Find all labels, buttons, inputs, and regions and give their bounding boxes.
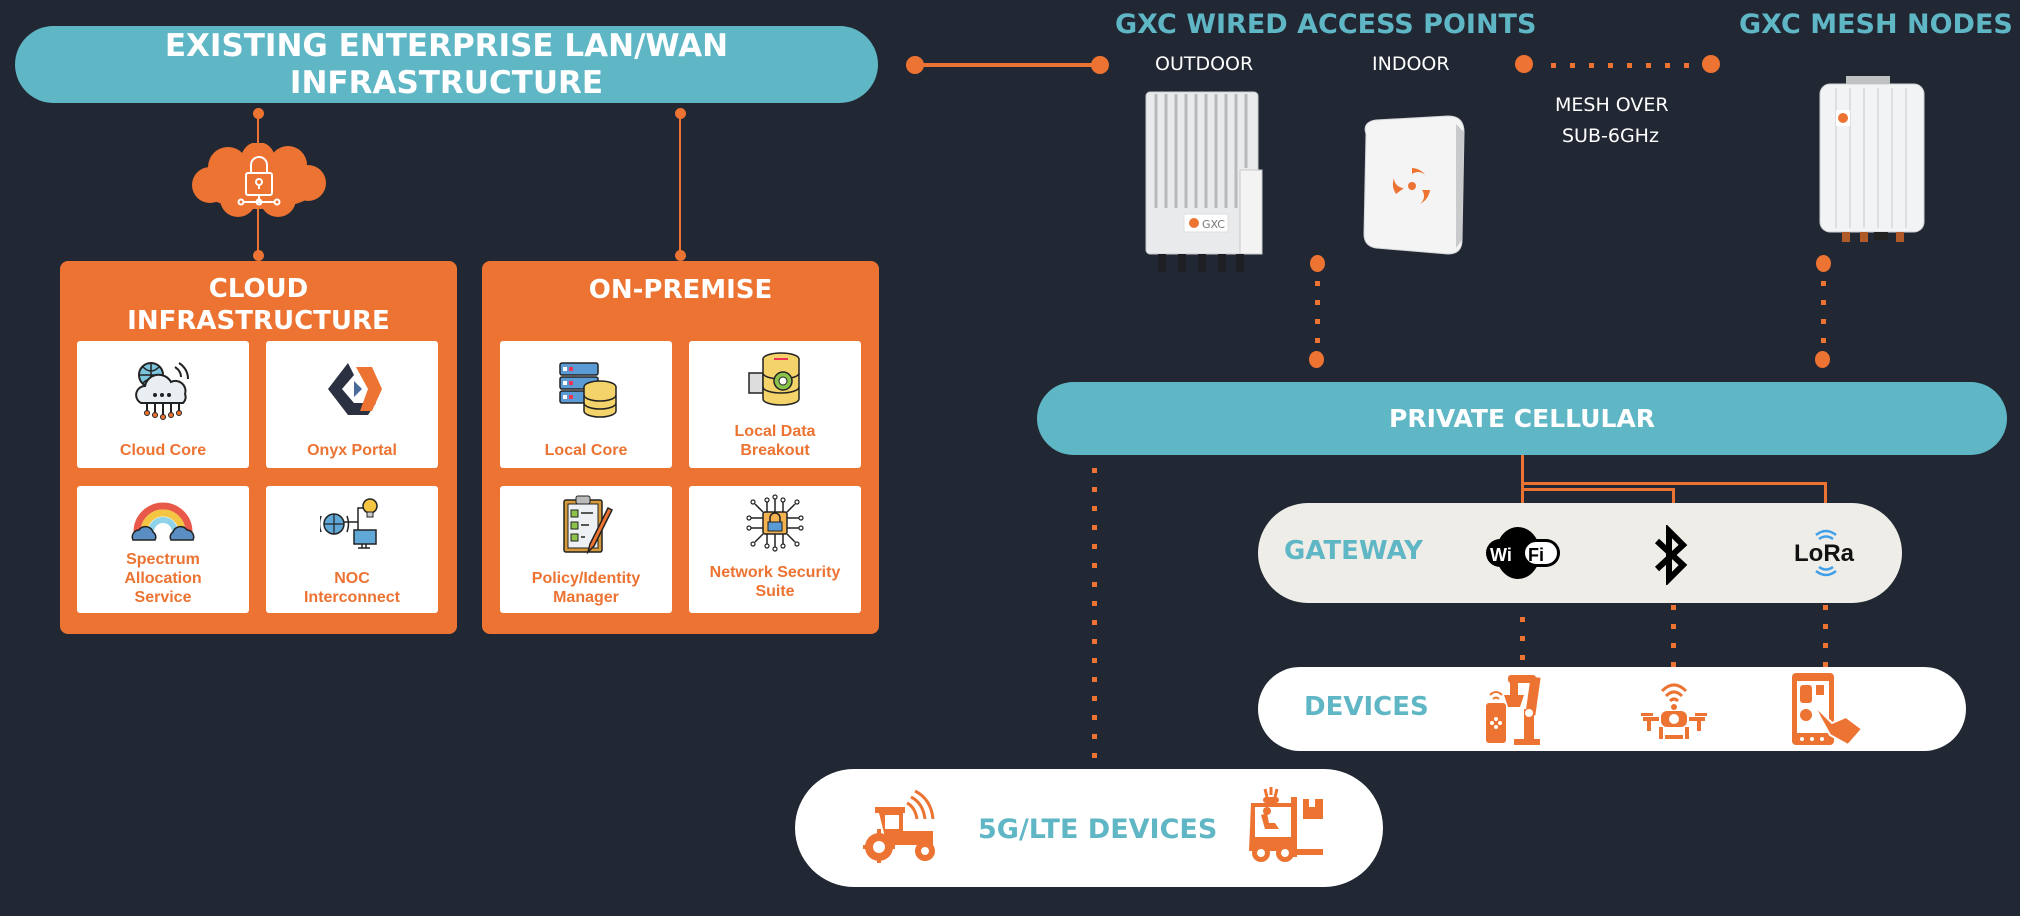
tile-label: Policy/Identity Manager [531,570,641,606]
connector-dot [1515,55,1533,73]
tablet-touch-icon [1790,671,1864,747]
gateway-label: GATEWAY [1284,536,1423,566]
chip-lock-icon [743,494,807,552]
connector-dot [675,250,686,261]
tractor-icon [861,789,937,863]
tile-label: NOC Interconnect [303,570,400,606]
mesh-nodes-heading: GXC MESH NODES [1739,9,2013,40]
indoor-label: INDOOR [1372,53,1450,75]
tile-label: Network Security Suite [709,564,841,600]
connector-line [679,113,681,255]
connector-dot [1702,55,1720,73]
svg-text:Fi: Fi [1528,545,1544,565]
tile-label: Local Data Breakout [734,423,816,459]
tile-label: Spectrum Allocation Service [124,551,202,606]
bluetooth-icon [1651,525,1689,585]
lte-devices-bar: 5G/LTE DEVICES [795,769,1383,887]
tile-local-data-breakout[interactable]: Local Data Breakout [689,341,861,468]
wifi-icon: Wi Fi [1486,525,1560,581]
tile-cloud-core[interactable]: Cloud Core [77,341,249,468]
connector-line [1521,482,1827,485]
mesh-node-device [1816,74,1932,244]
outdoor-access-point-device: GXC [1140,88,1268,274]
dotted-connector [1520,617,1525,667]
lora-icon: LoRa [1788,525,1862,581]
devices-label: DEVICES [1304,692,1429,722]
tile-local-core[interactable]: Local Core [500,341,672,468]
cloud-panel-title: CLOUD INFRASTRUCTURE [60,273,457,337]
mesh-link-label-line1: MESH OVER [1555,94,1669,116]
drone-icon [1639,677,1709,743]
tile-policy-identity-manager[interactable]: Policy/Identity Manager [500,486,672,613]
connector-line [1824,482,1827,503]
tile-label: Onyx Portal [307,442,397,459]
robot-arm-phone-icon [1484,673,1556,747]
connector-dot [1815,351,1830,368]
outdoor-label: OUTDOOR [1155,53,1254,75]
connector-line [1672,488,1675,503]
svg-text:Wi: Wi [1490,545,1512,565]
dotted-connector [1823,605,1828,667]
mesh-dotted-line [1551,63,1701,68]
on-premise-title: ON-PREMISE [588,275,773,305]
outdoor-brand: GXC [1202,218,1225,231]
private-cellular-bar: PRIVATE CELLULAR [1037,382,2007,455]
connector-line [915,63,1100,67]
rainbow-icon [131,496,195,546]
cloud-title-line1: CLOUD [208,274,309,304]
database-gear-icon [743,351,807,409]
connector-dot [253,250,264,261]
wired-access-points-heading: GXC WIRED ACCESS POINTS [1115,9,1537,40]
clipboard-checklist-icon [554,494,618,556]
connector-line [1521,455,1524,503]
lte-devices-label: 5G/LTE DEVICES [978,814,1218,845]
cloud-title-line2: INFRASTRUCTURE [127,306,390,336]
indoor-access-point-device [1356,114,1468,256]
connector-dot [1309,351,1324,368]
connector-dot [1816,255,1831,272]
server-database-icon [554,357,618,421]
devices-bar: DEVICES [1258,667,1966,751]
svg-text:LoRa: LoRa [1794,540,1855,567]
globe-monitor-icon [320,496,384,552]
cloud-infrastructure-panel: CLOUD INFRASTRUCTURE Cloud Core Onyx Por… [60,261,457,634]
tile-label: Cloud Core [119,442,207,459]
dotted-connector [1821,281,1826,351]
cloud-network-icon [131,357,195,421]
private-cellular-label: PRIVATE CELLULAR [1389,404,1655,433]
tile-network-security-suite[interactable]: Network Security Suite [689,486,861,613]
connector-dot [1091,56,1109,74]
forklift-icon [1247,787,1327,863]
enterprise-bar-line2: INFRASTRUCTURE [289,64,604,101]
cloud-lock-network-icon [188,143,330,219]
tile-label: Local Core [544,442,628,459]
dotted-connector [1671,605,1676,667]
onyx-logo-icon [320,357,384,421]
tile-spectrum-allocation-service[interactable]: Spectrum Allocation Service [77,486,249,613]
connector-line [1521,488,1675,491]
gateway-bar: GATEWAY Wi Fi LoRa [1258,503,1902,603]
on-premise-panel: ON-PREMISE Local Core Local Data Breakou… [482,261,879,634]
connector-dot [1310,255,1325,272]
tile-onyx-portal[interactable]: Onyx Portal [266,341,438,468]
dotted-connector [1092,468,1097,760]
mesh-link-label-line2: SUB-6GHz [1562,125,1659,147]
enterprise-lan-wan-bar: EXISTING ENTERPRISE LAN/WAN INFRASTRUCTU… [15,26,878,103]
tile-noc-interconnect[interactable]: NOC Interconnect [266,486,438,613]
dotted-connector [1315,281,1320,351]
enterprise-bar-line1: EXISTING ENTERPRISE LAN/WAN [164,27,729,64]
